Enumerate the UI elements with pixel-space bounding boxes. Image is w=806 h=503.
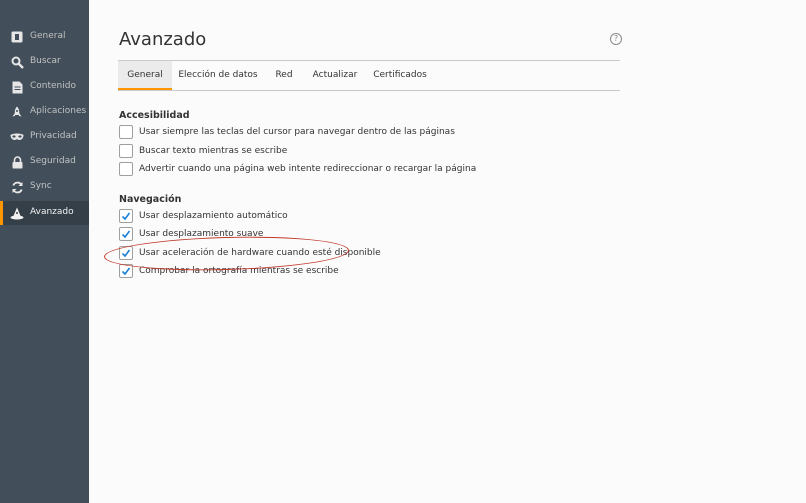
option-label: Usar aceleración de hardware cuando esté… xyxy=(139,248,381,258)
option-label: Usar desplazamiento automático xyxy=(139,211,288,221)
tab-certificados[interactable]: Certificados xyxy=(366,61,434,90)
sidebar-item-label: Aplicaciones xyxy=(30,106,87,116)
tab-eleccion-de-datos[interactable]: Elección de datos xyxy=(172,61,264,90)
option-label: Usar desplazamiento suave xyxy=(139,229,264,239)
tab-strip: General Elección de datos Red Actualizar… xyxy=(118,60,620,91)
checkbox-checked[interactable] xyxy=(119,264,133,278)
checkbox-unchecked[interactable] xyxy=(119,125,133,139)
accessibility-heading: Accesibilidad xyxy=(119,110,190,121)
checkmark-icon xyxy=(121,230,131,239)
option-label: Buscar texto mientras se escribe xyxy=(139,146,288,156)
sidebar: General Buscar Contenido Aplicaciones Pr… xyxy=(0,0,89,503)
sidebar-item-label: Contenido xyxy=(30,81,76,91)
option-label: Usar siempre las teclas del cursor para … xyxy=(139,127,455,137)
checkbox-unchecked[interactable] xyxy=(119,162,133,176)
rocket-icon xyxy=(10,105,24,119)
sidebar-item-contenido[interactable]: Contenido xyxy=(0,75,89,99)
navigation-heading: Navegación xyxy=(119,194,182,205)
checkbox-unchecked[interactable] xyxy=(119,144,133,158)
sidebar-item-label: Buscar xyxy=(30,56,61,66)
sidebar-item-seguridad[interactable]: Seguridad xyxy=(0,150,89,174)
sidebar-item-avanzado[interactable]: Avanzado xyxy=(0,201,89,225)
wizard-hat-icon xyxy=(10,206,24,220)
option-label: Comprobar la ortografía mientras se escr… xyxy=(139,266,339,276)
checkbox-checked[interactable] xyxy=(119,227,133,241)
sidebar-item-general[interactable]: General xyxy=(0,25,89,49)
sidebar-item-buscar[interactable]: Buscar xyxy=(0,50,89,74)
sidebar-item-privacidad[interactable]: Privacidad xyxy=(0,125,89,149)
checkmark-icon xyxy=(121,267,131,276)
search-icon xyxy=(10,55,24,69)
general-icon xyxy=(10,30,24,44)
sidebar-item-label: Avanzado xyxy=(30,207,74,217)
tab-red[interactable]: Red xyxy=(264,61,304,90)
sidebar-item-label: Privacidad xyxy=(30,131,77,141)
sidebar-item-sync[interactable]: Sync xyxy=(0,175,89,199)
tab-general[interactable]: General xyxy=(118,61,172,90)
mask-icon xyxy=(10,130,24,144)
sidebar-item-label: Seguridad xyxy=(30,156,76,166)
help-button[interactable]: ? xyxy=(610,33,622,45)
page-title: Avanzado xyxy=(119,29,207,50)
document-icon xyxy=(10,80,24,94)
option-label: Advertir cuando una página web intente r… xyxy=(139,164,477,174)
tab-actualizar[interactable]: Actualizar xyxy=(304,61,366,90)
sidebar-item-aplicaciones[interactable]: Aplicaciones xyxy=(0,100,89,124)
lock-icon xyxy=(10,155,24,169)
sidebar-item-label: General xyxy=(30,31,66,41)
sync-icon xyxy=(10,180,24,194)
sidebar-item-label: Sync xyxy=(30,181,52,191)
checkbox-checked[interactable] xyxy=(119,209,133,223)
checkmark-icon xyxy=(121,212,131,221)
checkbox-checked[interactable] xyxy=(119,246,133,260)
checkmark-icon xyxy=(121,249,131,258)
